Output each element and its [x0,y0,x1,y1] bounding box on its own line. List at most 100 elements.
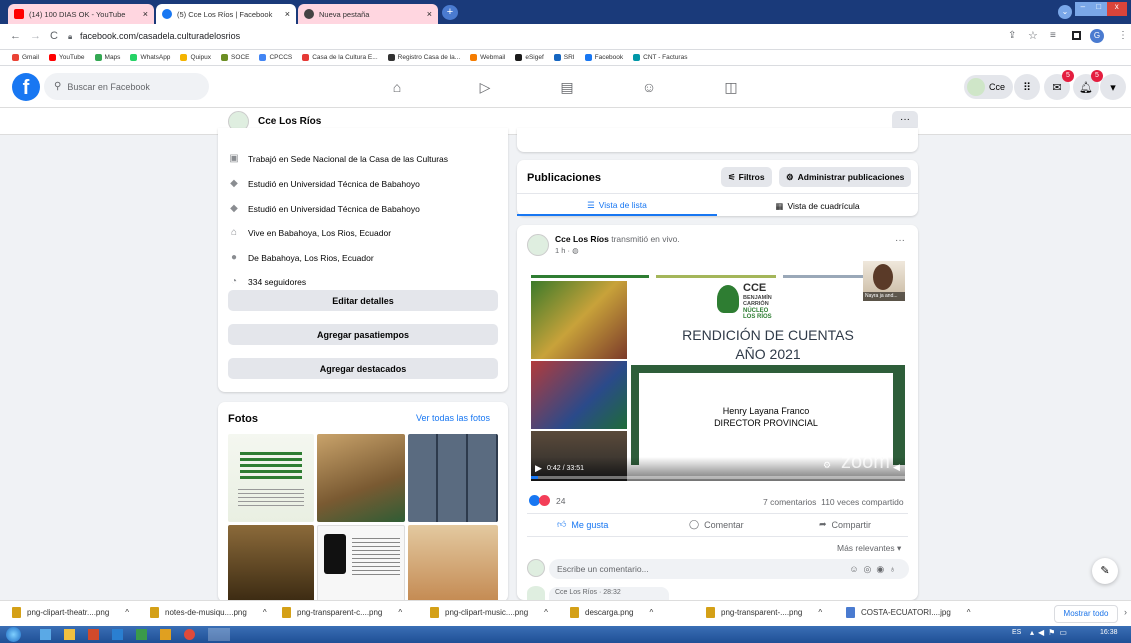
tab-youtube[interactable]: (14) 100 DIAS OK - YouTube × [8,4,154,24]
menu-grid-icon[interactable]: ⠿ [1014,74,1040,100]
messenger-icon[interactable]: ✉ 5 [1044,70,1074,100]
close-downloads-icon[interactable]: › [1124,607,1127,617]
chrome-icon[interactable] [184,629,195,640]
photo-thumbnail[interactable] [317,525,405,602]
photo-thumbnail[interactable] [228,525,314,602]
system-tray-icons[interactable]: ▴◀⚑▭ [1030,628,1071,637]
download-item[interactable]: COSTA-ECUATORI....jpg ^ [846,607,971,618]
download-item[interactable]: png-clipart-theatr....png ^ [12,607,129,618]
download-item[interactable]: png-transparent-....png ^ [706,607,822,618]
video-progress-track[interactable] [531,476,905,479]
bookmark-item[interactable]: Maps [94,54,120,61]
back-icon[interactable]: ← [10,30,21,42]
logo-cce: CCE [743,282,767,294]
chevron-up-icon[interactable]: ^ [398,608,402,617]
bookmark-item[interactable]: SRI [553,54,575,61]
forward-icon[interactable]: → [30,30,41,42]
close-window-icon[interactable]: x [1106,2,1127,16]
download-item[interactable]: png-clipart-music....png ^ [430,607,548,618]
maximize-icon[interactable]: □ [1090,2,1107,16]
new-message-compose-icon[interactable]: ✎ [1092,558,1118,584]
comment-sort-dropdown[interactable]: Más relevantes ▾ [837,543,901,554]
menu-dots-icon[interactable]: ⋮ [1118,30,1128,41]
bookmark-item[interactable]: WhatsApp [130,54,170,61]
media-icon[interactable]: ≡ [1050,30,1056,41]
bookmark-item[interactable]: CNT - Facturas [633,54,687,61]
reactions-summary[interactable]: 24 [529,495,565,506]
bookmark-item[interactable]: Quipux [180,54,211,61]
settings-gear-icon[interactable]: ⚙ [823,460,831,471]
ie-icon[interactable] [40,629,51,640]
play-icon[interactable]: ▶ [535,463,542,474]
download-item[interactable]: png-transparent-c....png ^ [282,607,402,618]
windows-start-icon[interactable] [6,627,21,642]
language-indicator[interactable]: ES [1012,629,1021,636]
add-featured-button[interactable]: Agregar destacados [228,358,498,379]
file-icon [706,607,715,618]
like-button[interactable]: 👍︎ Me gusta [557,519,608,530]
volume-icon[interactable]: ◀ [893,462,900,473]
profile-chip[interactable]: Cce [964,75,1014,99]
bookmark-item[interactable]: eSigef [515,54,544,61]
comment-emoji-icons[interactable]: ☺◎◉♁ [849,564,901,575]
groups-icon[interactable]: ☺ [640,79,658,95]
account-menu-chevron-icon[interactable]: ▾ [1100,74,1126,100]
bookmark-label: Gmail [22,54,39,61]
app-icon[interactable] [112,629,123,640]
chevron-up-icon[interactable]: ^ [649,608,653,617]
post-author[interactable]: Cce Los Ríos [555,234,609,244]
app-icon[interactable] [160,629,171,640]
share-icon[interactable]: ⇪ [1008,30,1016,41]
add-hobbies-button[interactable]: Agregar pasatiempos [228,324,498,345]
bookmark-item[interactable]: YouTube [48,54,85,61]
reload-icon[interactable]: C [50,30,58,42]
video-title-line1: RENDICIÓN DE CUENTAS [682,327,854,343]
marketplace-icon[interactable]: ▤ [558,79,576,95]
close-icon[interactable]: × [143,9,148,19]
download-item[interactable]: notes-de-musiqu....png ^ [150,607,267,618]
collage-photo [531,361,627,429]
tab-grid-view[interactable]: ▦ Vista de cuadrícula [717,196,918,216]
app-icon[interactable] [88,629,99,640]
photo-thumbnail[interactable] [228,434,314,522]
photos-card: Fotos Ver todas las fotos [218,402,508,602]
url-field[interactable]: facebook.com/casadela.culturadelosrios [80,31,240,41]
minimize-icon[interactable]: – [1075,2,1091,16]
bookmark-item[interactable]: Gmail [12,54,39,61]
chevron-up-icon[interactable]: ^ [818,608,822,617]
star-icon[interactable]: ☆ [1028,29,1038,42]
share-button[interactable]: ➦ Compartir [819,519,871,530]
download-item[interactable]: descarga.png ^ [570,607,653,618]
tab-list-view[interactable]: ☰ Vista de lista [517,196,717,216]
photo-thumbnail[interactable] [408,525,498,602]
comment-input[interactable]: Escribe un comentario... ☺◎◉♁ [549,559,909,579]
notifications-bell-icon[interactable]: 🔔︎ 5 [1073,70,1103,100]
show-all-downloads-button[interactable]: Mostrar todo [1054,605,1118,623]
search-input[interactable]: Buscar en Facebook [67,82,150,92]
app-icon[interactable] [136,629,147,640]
tab-search-icon[interactable]: ⌄ [1058,5,1072,19]
active-window-icon[interactable] [208,628,230,641]
facebook-logo-icon[interactable]: f [12,73,40,101]
post-more-button[interactable]: ··· [895,235,905,246]
chevron-up-icon[interactable]: ^ [544,608,548,617]
photo-thumbnail[interactable] [317,434,405,522]
edit-details-button[interactable]: Editar detalles [228,290,498,311]
folder-icon[interactable] [64,629,75,640]
comment-button[interactable]: ◯ Comentar [689,519,744,530]
live-video[interactable]: CCE BENJAMÍN CARRIÓN NÚCLEO LOS RÍOS REN… [531,261,905,481]
filters-button[interactable]: ⚟ Filtros [721,167,772,187]
see-all-photos-link[interactable]: Ver todas las fotos [416,413,490,423]
bookmark-item[interactable]: Facebook [584,54,623,61]
chevron-up-icon[interactable]: ^ [967,608,971,617]
sidepanel-icon[interactable] [1072,31,1081,40]
search-box[interactable]: ⚲ Buscar en Facebook [44,73,209,100]
profile-avatar-icon[interactable]: G [1090,29,1104,43]
author-avatar[interactable] [527,234,549,256]
post-stats[interactable]: 7 comentarios 110 veces compartido [763,497,904,507]
chevron-up-icon[interactable]: ^ [125,608,129,617]
manage-posts-button[interactable]: ⚙ Administrar publicaciones [779,167,912,187]
chevron-up-icon[interactable]: ^ [263,608,267,617]
photo-thumbnail[interactable] [408,434,498,522]
gaming-icon[interactable]: ◫ [722,79,740,95]
